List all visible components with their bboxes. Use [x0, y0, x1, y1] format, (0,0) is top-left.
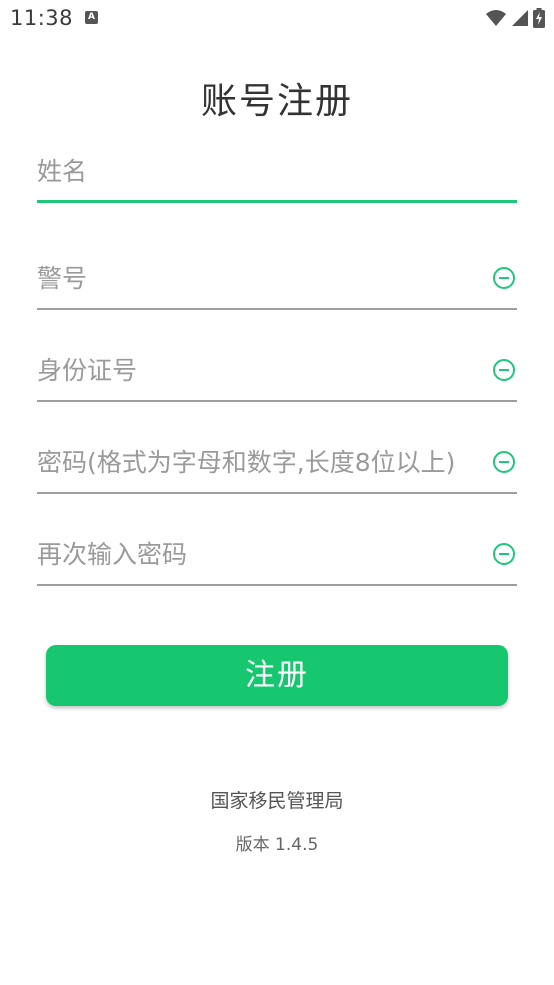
status-time: 11:38 — [10, 6, 74, 30]
id-number-field — [37, 342, 517, 402]
status-icons — [485, 8, 545, 28]
password-field — [37, 434, 517, 494]
battery-charging-icon — [533, 8, 545, 28]
screen: 11:38 A 账号注册 姓名 警号 身份证号 注册 国家移民管理局 版本 1.… — [0, 0, 554, 985]
name-input[interactable] — [37, 143, 487, 199]
clear-icon[interactable] — [493, 267, 515, 289]
clear-icon[interactable] — [493, 451, 515, 473]
password-underline — [37, 492, 517, 494]
register-button[interactable]: 注册 — [46, 645, 508, 706]
page-title: 账号注册 — [200, 81, 353, 122]
signal-icon — [512, 10, 528, 26]
name-field — [37, 143, 517, 203]
id-number-input[interactable] — [37, 342, 487, 398]
clear-icon[interactable] — [493, 543, 515, 565]
clear-icon[interactable] — [493, 359, 515, 381]
id-number-underline — [37, 400, 517, 402]
police-number-field — [37, 250, 517, 310]
confirm-password-field — [37, 526, 517, 586]
status-bar: 11:38 A — [0, 0, 554, 38]
confirm-password-input[interactable] — [37, 526, 487, 582]
a-icon: A — [85, 11, 98, 24]
footer-version: 版本 1.4.5 — [235, 835, 319, 855]
wifi-icon — [486, 10, 506, 26]
police-number-underline — [37, 308, 517, 310]
confirm-password-underline — [37, 584, 517, 586]
footer-organization: 国家移民管理局 — [210, 790, 344, 812]
password-input[interactable] — [37, 434, 487, 490]
name-field-underline — [37, 200, 517, 203]
police-number-input[interactable] — [37, 250, 487, 306]
